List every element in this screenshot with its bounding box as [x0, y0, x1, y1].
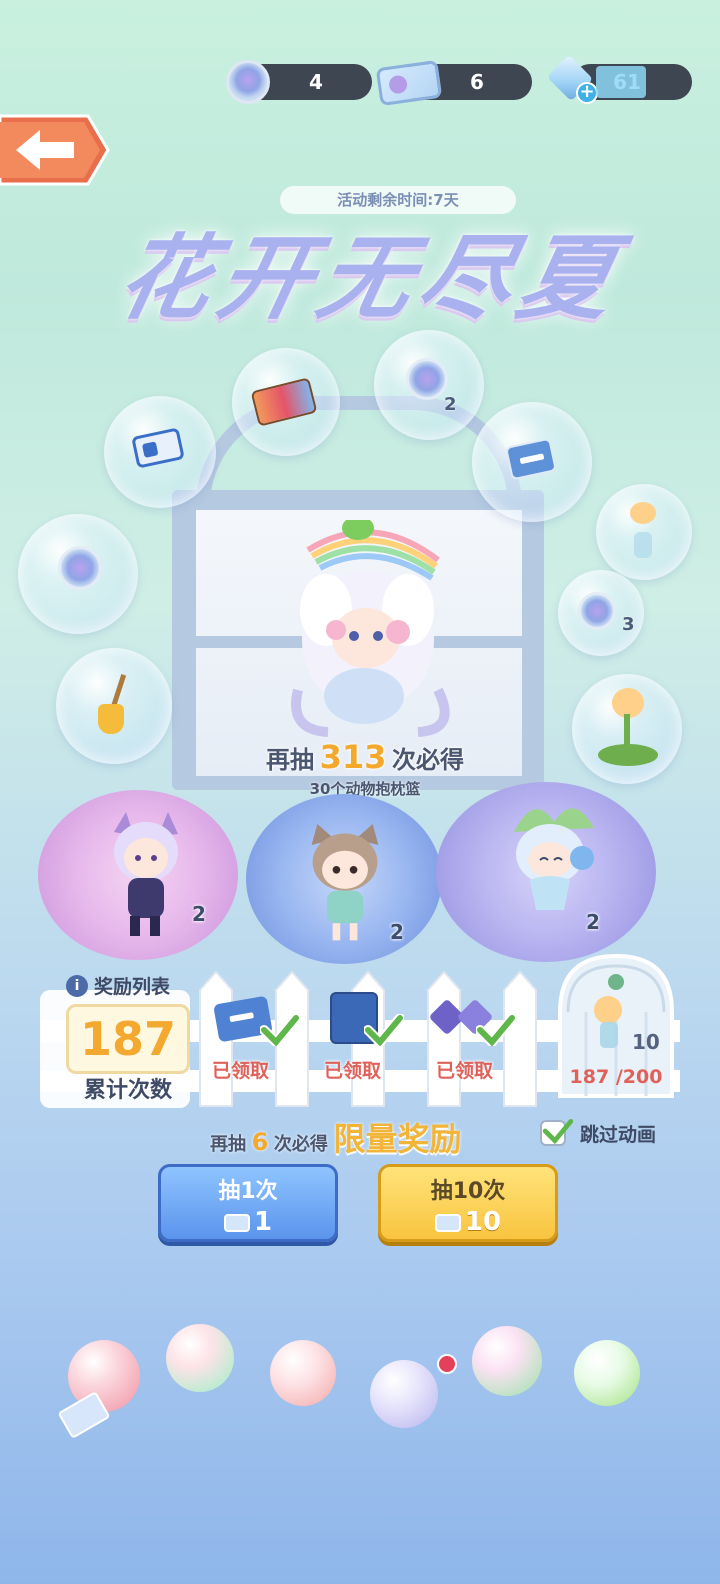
limited-label: 限量奖励: [333, 1120, 462, 1158]
hydrangea-coin-icon: [226, 60, 270, 104]
check-icon: [260, 1014, 300, 1046]
skip-animation-label: 跳过动画: [580, 1124, 657, 1146]
reward-bubble[interactable]: [104, 396, 216, 508]
pity-prefix: 再抽: [266, 746, 315, 774]
big-reward-progress: 187 /200: [569, 1066, 663, 1088]
hydrangea-coin-icon: [58, 546, 102, 590]
cat-girl-character[interactable]: [300, 824, 390, 948]
ticket-pack-icon: [250, 377, 318, 427]
purple-fox-character[interactable]: [100, 812, 190, 942]
reward-bubble[interactable]: 2: [374, 330, 484, 440]
ticket-icon: [131, 427, 185, 469]
broom-icon: [98, 674, 128, 738]
wind-chime-orb-lavender[interactable]: [370, 1360, 438, 1428]
rewards-list-label: 奖励列表: [94, 976, 171, 998]
draw-once-label: 抽1次: [218, 1179, 278, 1204]
flower-plant-icon: [598, 688, 658, 768]
back-button[interactable]: [0, 112, 110, 188]
draw-ten-cost-value: 10: [464, 1207, 502, 1237]
reward-bubble[interactable]: [56, 648, 172, 764]
draw-ticket-icon: [223, 1213, 250, 1232]
blue-ticket-icon: [504, 437, 558, 481]
hydrangea-coin-icon: [406, 358, 448, 400]
draw-ten-label: 抽10次: [430, 1179, 506, 1204]
bubble-qty: 2: [444, 394, 457, 415]
draw-ten-button[interactable]: 抽10次 10: [378, 1164, 558, 1242]
wind-chime-orb-rainbow[interactable]: [472, 1326, 542, 1396]
diamond-bar-fill: [596, 66, 646, 98]
limited-prefix: 再抽: [210, 1134, 246, 1155]
reward-bubble[interactable]: 3: [558, 570, 644, 656]
wind-chime-orb-peach[interactable]: [270, 1340, 336, 1406]
pity-counter: 再抽 313 次必得: [230, 738, 500, 776]
reward-bubble[interactable]: [596, 484, 692, 580]
bubble-qty: 3: [622, 614, 635, 635]
big-reward-qty: 10: [632, 1030, 660, 1054]
draw-once-cost: 1: [161, 1207, 335, 1237]
pity-count: 313: [319, 738, 387, 776]
hydrangea-coin-icon: [578, 592, 616, 630]
draw-count-label: 累计次数: [83, 1078, 172, 1103]
featured-qty: 2: [192, 902, 206, 926]
featured-qty: 2: [586, 910, 600, 934]
draw-count-box: 187: [66, 1004, 190, 1074]
draw-ticket-icon: [434, 1213, 461, 1232]
check-icon: [476, 1014, 516, 1046]
claimed-status: 已领取: [436, 1060, 494, 1082]
info-icon: i: [66, 974, 88, 997]
limited-suffix: 次必得: [273, 1134, 328, 1155]
draw-once-cost-value: 1: [253, 1207, 273, 1237]
wind-chime-orb-green[interactable]: [166, 1324, 234, 1392]
reward-bubble[interactable]: [572, 674, 682, 784]
reward-bubble[interactable]: [232, 348, 340, 456]
check-icon: [364, 1014, 404, 1046]
draw-ten-cost: 10: [381, 1207, 555, 1237]
add-diamond-button[interactable]: +: [576, 82, 598, 104]
reward-bubble[interactable]: [472, 402, 592, 522]
flower-fairy-character[interactable]: [494, 792, 604, 922]
pity-suffix: 次必得: [391, 746, 464, 774]
main-prize-character[interactable]: [268, 520, 478, 740]
wind-chime-orb-lime[interactable]: [574, 1340, 640, 1406]
check-icon: [542, 1119, 574, 1144]
vase-flower-icon: [626, 502, 660, 560]
limited-reward-line: 再抽 6 次必得 限量奖励: [210, 1114, 461, 1160]
rewards-list-button[interactable]: i 奖励列表: [66, 972, 170, 1000]
event-title: 花开无尽夏: [108, 224, 632, 332]
featured-qty: 2: [390, 920, 404, 944]
claimed-status: 已领取: [212, 1060, 270, 1082]
notification-dot: [437, 1354, 457, 1374]
claimed-status: 已领取: [324, 1060, 382, 1082]
limited-count: 6: [251, 1128, 269, 1156]
draw-once-button[interactable]: 抽1次 1: [158, 1164, 338, 1242]
reward-bubble[interactable]: [18, 514, 138, 634]
